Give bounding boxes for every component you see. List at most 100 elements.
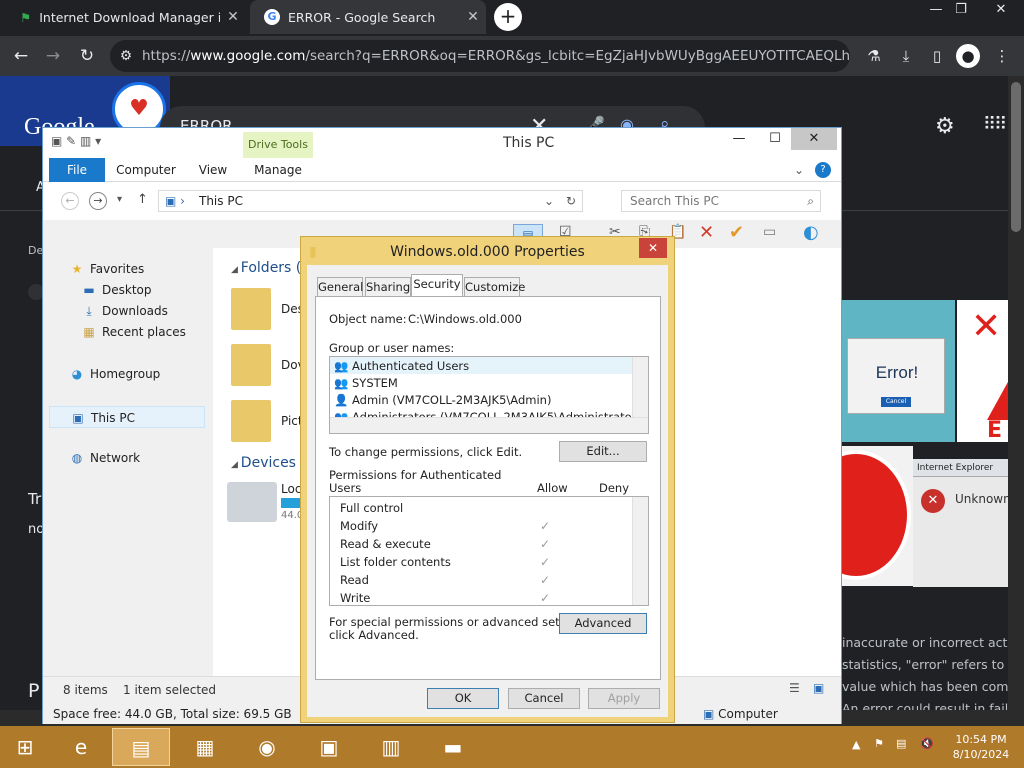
recent-locations-icon[interactable]: ▾ xyxy=(117,194,122,205)
folder-downloads-icon[interactable] xyxy=(231,344,271,386)
network-app-icon[interactable]: ▥ xyxy=(362,728,420,766)
labs-icon[interactable]: ⚗ xyxy=(862,44,886,68)
rename-icon[interactable]: ▭ xyxy=(763,224,776,240)
back-icon[interactable]: ← xyxy=(61,192,79,210)
close-window-icon[interactable]: ✕ xyxy=(791,128,837,150)
close-window-icon[interactable]: ✕ xyxy=(985,0,1017,22)
quick-access-toolbar-icon[interactable]: ▣ ✎ ▥ ▾ xyxy=(51,134,101,148)
ok-button[interactable]: OK xyxy=(427,688,499,709)
local-disk-icon[interactable] xyxy=(227,482,277,522)
nav-recent[interactable]: ▦ Recent places xyxy=(81,325,186,339)
nav-network[interactable]: ◍ Network xyxy=(69,451,140,465)
address-dropdown-icon[interactable]: ⌄ xyxy=(544,191,554,211)
explorer-address-bar[interactable]: ▣ › This PC ⌄ ↻ xyxy=(158,190,583,212)
refresh-icon[interactable]: ↻ xyxy=(566,191,576,211)
tab-view[interactable]: View xyxy=(191,158,235,182)
dialog-title[interactable]: ▮ Windows.old.000 Properties xyxy=(301,237,674,265)
browser-app-icon[interactable]: ◉ xyxy=(238,728,296,766)
network-icon[interactable]: ▤ xyxy=(896,737,906,750)
address-bar[interactable]: ⚙ https://www.google.com/search?q=ERROR&… xyxy=(110,40,850,72)
internet-explorer-icon[interactable]: e xyxy=(52,728,110,766)
image-result-error-dialog[interactable]: Error! Cancel xyxy=(841,300,955,442)
edit-button[interactable]: Edit... xyxy=(559,441,647,462)
tab-general[interactable]: General xyxy=(317,277,363,297)
cancel-button[interactable]: Cancel xyxy=(508,688,580,709)
flag-icon[interactable]: ⚑ xyxy=(874,737,884,750)
details-view-icon[interactable]: ☰ xyxy=(789,681,800,695)
forward-icon[interactable]: → xyxy=(40,44,66,68)
folder-desktop-icon[interactable] xyxy=(231,288,271,330)
result-heading: P xyxy=(28,680,40,702)
tab-manage[interactable]: Manage xyxy=(243,158,313,182)
group-list: 👥 Authenticated Users 👥 SYSTEM 👤 Admin (VM7… xyxy=(329,356,649,434)
profile-icon[interactable]: ● xyxy=(956,44,980,68)
nav-this-pc[interactable]: ▣ This PC xyxy=(49,406,205,428)
restore-icon[interactable]: ❐ xyxy=(945,0,977,22)
side-panel-icon[interactable]: ▯ xyxy=(925,44,949,68)
item-count: 8 items xyxy=(63,683,108,697)
close-tab-icon[interactable]: ✕ xyxy=(220,9,246,25)
maximize-icon[interactable]: ☐ xyxy=(759,128,791,150)
tab-computer[interactable]: Computer xyxy=(111,158,181,182)
checkmark-icon[interactable]: ✔ xyxy=(729,222,744,243)
nav-favorites[interactable]: ★ Favorites xyxy=(69,262,145,276)
ribbon-expand-icon[interactable]: ⌄ xyxy=(791,158,807,182)
nav-downloads[interactable]: ⤓ Downloads xyxy=(81,304,168,319)
tab-file[interactable]: File xyxy=(49,158,105,182)
tab-customize[interactable]: Customize xyxy=(464,277,525,297)
permissions-vscroll[interactable] xyxy=(632,497,648,605)
clock[interactable]: 10:54 PM 8/10/2024 xyxy=(946,732,1016,762)
help-icon[interactable]: ? xyxy=(815,162,831,178)
nav-homegroup[interactable]: ◕ Homegroup xyxy=(69,367,161,381)
minimize-icon[interactable]: — xyxy=(723,128,755,150)
file-explorer-icon[interactable]: ▤ xyxy=(112,728,170,766)
browser-tab-idm[interactable]: ⚑ Internet Download Manager is d ✕ xyxy=(6,0,246,34)
reload-icon[interactable]: ↻ xyxy=(74,44,100,68)
explorer-search-input[interactable]: Search This PC ⌕ xyxy=(621,190,821,212)
list-item[interactable]: 👥 SYSTEM xyxy=(334,376,398,390)
folder-pictures-icon[interactable] xyxy=(231,400,271,442)
nav-label: Network xyxy=(90,451,141,465)
close-icon[interactable]: ✕ xyxy=(639,238,667,258)
apps-grid-icon[interactable]: ⠿⠿ xyxy=(983,114,1007,135)
address-row: ← → ▾ ↑ ▣ › This PC ⌄ ↻ Search This PC ⌕ xyxy=(43,182,841,220)
store-icon[interactable]: ▦ xyxy=(176,728,234,766)
address-text: This PC xyxy=(199,194,243,208)
image-result-ie-error[interactable]: Internet Explorer ✕ Unknown xyxy=(913,459,1011,587)
image-result-warning[interactable]: ✕ E xyxy=(957,300,1009,443)
scanner-icon[interactable]: ▬ xyxy=(424,728,482,766)
permission-row: Read xyxy=(340,573,369,587)
up-icon[interactable]: ↑ xyxy=(137,192,148,207)
group-list-hscroll[interactable] xyxy=(330,417,648,433)
start-windows-icon[interactable]: ⊞ xyxy=(0,728,50,766)
show-hidden-icons-icon[interactable]: ▲ xyxy=(852,738,860,751)
site-info-icon[interactable]: ⚙ xyxy=(120,40,132,72)
browser-tab-google[interactable]: G ERROR - Google Search ✕ xyxy=(250,0,486,34)
gear-icon[interactable]: ⚙ xyxy=(935,114,955,139)
new-tab-button[interactable]: + xyxy=(494,3,522,31)
forward-icon[interactable]: → xyxy=(89,192,107,210)
clock-date: 8/10/2024 xyxy=(952,748,1010,761)
image-result-red-circle[interactable] xyxy=(841,446,913,586)
explorer-title-bar[interactable]: ▣ ✎ ▥ ▾ This PC — ☐ ✕ xyxy=(43,128,841,158)
list-item[interactable]: 👥 Authenticated Users xyxy=(334,359,469,373)
menu-icon[interactable]: ⋮ xyxy=(990,44,1014,68)
tab-sharing[interactable]: Sharing xyxy=(365,277,411,297)
list-item[interactable]: 👤 Admin (VM7COLL-2M3AJK5\Admin) xyxy=(334,393,551,407)
delete-icon[interactable]: ✕ xyxy=(699,222,714,243)
page-scrollbar-thumb[interactable] xyxy=(1011,82,1021,232)
apply-button[interactable]: Apply xyxy=(588,688,660,709)
back-icon[interactable]: ← xyxy=(8,44,34,68)
volume-muted-icon[interactable]: 🔇 xyxy=(920,737,934,750)
tiles-view-icon[interactable]: ▣ xyxy=(813,681,824,695)
url-rest: /search?q=ERROR&oq=ERROR&gs_lcbitc=EgZja… xyxy=(305,48,850,64)
tab-security[interactable]: Security xyxy=(411,274,463,298)
permission-name: Read xyxy=(340,573,369,587)
installer-icon[interactable]: ▣ xyxy=(300,728,358,766)
download-icon[interactable]: ⤓ xyxy=(894,44,918,68)
globe-icon[interactable]: ◐ xyxy=(803,222,819,243)
close-tab-icon[interactable]: ✕ xyxy=(460,9,486,25)
group-list-vscroll[interactable] xyxy=(632,357,648,417)
nav-desktop[interactable]: ▬ Desktop xyxy=(81,283,151,297)
advanced-button[interactable]: Advanced xyxy=(559,613,647,634)
